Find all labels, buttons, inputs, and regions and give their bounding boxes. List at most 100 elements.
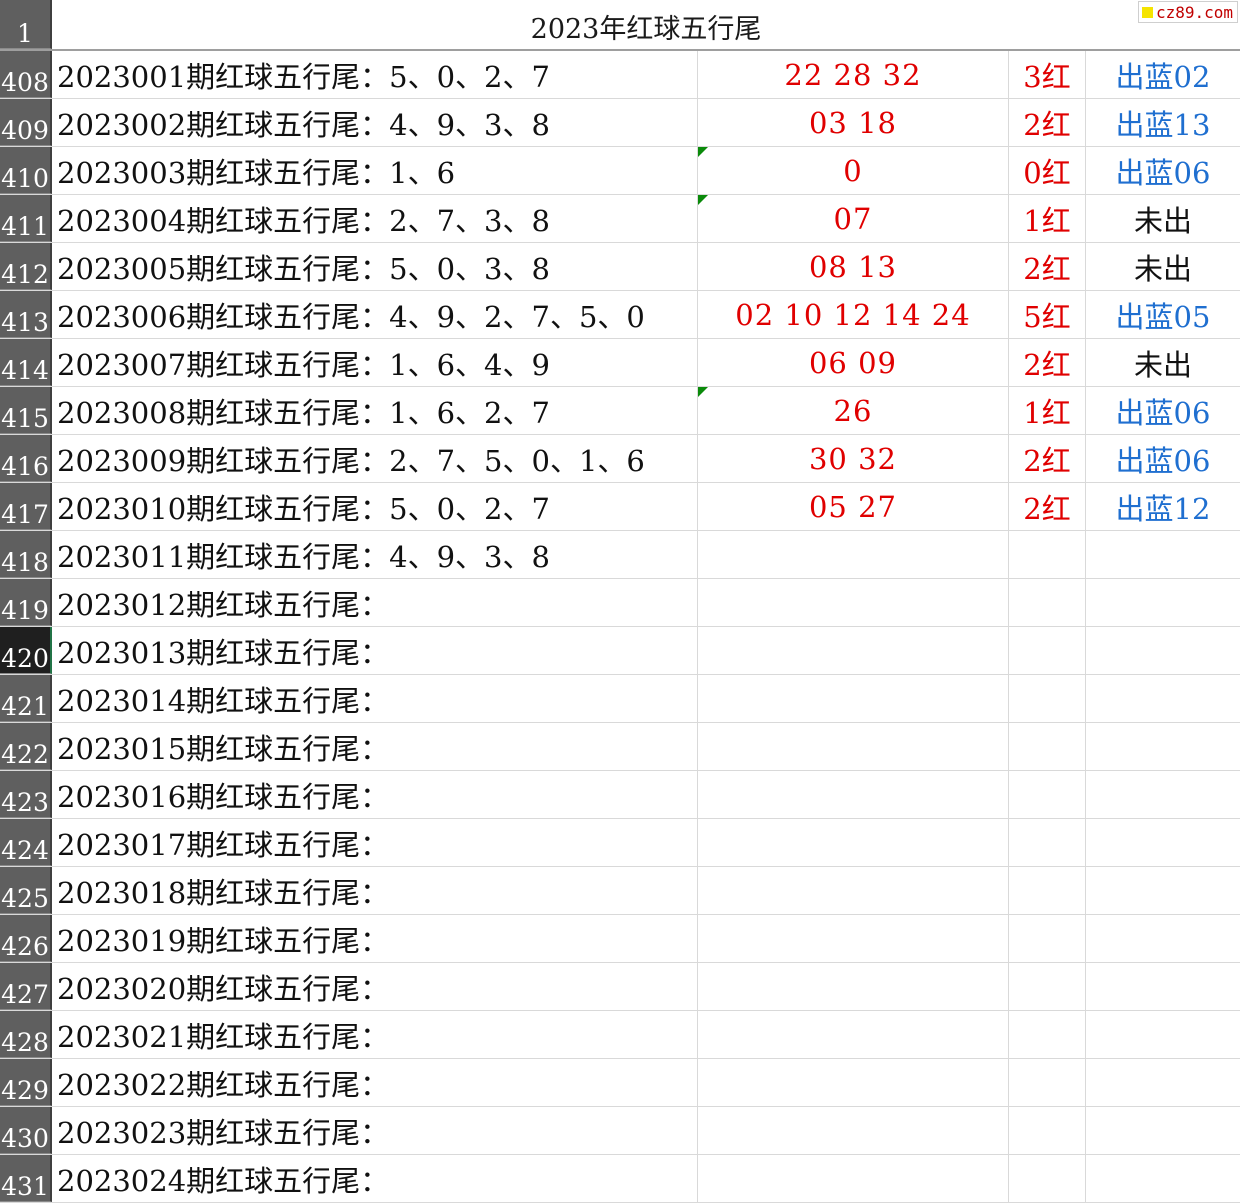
cell-red-count[interactable] bbox=[1009, 1155, 1086, 1202]
row-header[interactable]: 427 bbox=[0, 963, 52, 1010]
row-header[interactable]: 418 bbox=[0, 531, 52, 578]
cell-red-numbers[interactable]: 07 bbox=[698, 195, 1009, 242]
cell-blue-result[interactable]: 出蓝02 bbox=[1086, 51, 1240, 98]
cell-red-numbers[interactable]: 22 28 32 bbox=[698, 51, 1009, 98]
cell-red-numbers[interactable] bbox=[698, 531, 1009, 578]
cell-red-numbers[interactable] bbox=[698, 1155, 1009, 1202]
cell-red-count[interactable] bbox=[1009, 579, 1086, 626]
cell-red-numbers[interactable]: 08 13 bbox=[698, 243, 1009, 290]
cell-red-numbers[interactable] bbox=[698, 723, 1009, 770]
cell-red-numbers[interactable] bbox=[698, 771, 1009, 818]
row-header[interactable]: 408 bbox=[0, 51, 52, 98]
row-header[interactable]: 415 bbox=[0, 387, 52, 434]
cell-red-numbers[interactable]: 05 27 bbox=[698, 483, 1009, 530]
cell-blue-result[interactable] bbox=[1086, 531, 1240, 578]
cell-blue-result[interactable]: 出蓝06 bbox=[1086, 147, 1240, 194]
cell-blue-result[interactable] bbox=[1086, 579, 1240, 626]
cell-red-numbers[interactable] bbox=[698, 627, 1009, 674]
row-header[interactable]: 422 bbox=[0, 723, 52, 770]
cell-red-count[interactable] bbox=[1009, 819, 1086, 866]
cell-period-tails[interactable]: 2023008期红球五行尾：1、6、2、7 bbox=[52, 387, 698, 434]
cell-blue-result[interactable]: 未出 bbox=[1086, 339, 1240, 386]
row-header[interactable]: 414 bbox=[0, 339, 52, 386]
cell-period-tails[interactable]: 2023019期红球五行尾： bbox=[52, 915, 698, 962]
cell-period-tails[interactable]: 2023004期红球五行尾：2、7、3、8 bbox=[52, 195, 698, 242]
cell-blue-result[interactable] bbox=[1086, 1011, 1240, 1058]
cell-period-tails[interactable]: 2023007期红球五行尾：1、6、4、9 bbox=[52, 339, 698, 386]
cell-red-numbers[interactable]: 0 bbox=[698, 147, 1009, 194]
cell-red-count[interactable] bbox=[1009, 531, 1086, 578]
cell-red-count[interactable]: 2红 bbox=[1009, 243, 1086, 290]
cell-red-count[interactable]: 2红 bbox=[1009, 483, 1086, 530]
cell-red-numbers[interactable] bbox=[698, 1107, 1009, 1154]
cell-blue-result[interactable] bbox=[1086, 963, 1240, 1010]
row-header[interactable]: 429 bbox=[0, 1059, 52, 1106]
cell-period-tails[interactable]: 2023009期红球五行尾：2、7、5、0、1、6 bbox=[52, 435, 698, 482]
cell-blue-result[interactable]: 未出 bbox=[1086, 243, 1240, 290]
cell-red-numbers[interactable]: 30 32 bbox=[698, 435, 1009, 482]
cell-blue-result[interactable]: 出蓝12 bbox=[1086, 483, 1240, 530]
cell-red-numbers[interactable] bbox=[698, 579, 1009, 626]
cell-period-tails[interactable]: 2023020期红球五行尾： bbox=[52, 963, 698, 1010]
cell-red-count[interactable]: 1红 bbox=[1009, 387, 1086, 434]
cell-red-numbers[interactable] bbox=[698, 915, 1009, 962]
row-header[interactable]: 426 bbox=[0, 915, 52, 962]
row-header[interactable]: 430 bbox=[0, 1107, 52, 1154]
cell-period-tails[interactable]: 2023005期红球五行尾：5、0、3、8 bbox=[52, 243, 698, 290]
cell-red-count[interactable]: 0红 bbox=[1009, 147, 1086, 194]
cell-blue-result[interactable] bbox=[1086, 1059, 1240, 1106]
cell-period-tails[interactable]: 2023002期红球五行尾：4、9、3、8 bbox=[52, 99, 698, 146]
cell-period-tails[interactable]: 2023003期红球五行尾：1、6 bbox=[52, 147, 698, 194]
cell-red-numbers[interactable]: 06 09 bbox=[698, 339, 1009, 386]
row-header[interactable]: 420 bbox=[0, 627, 52, 674]
cell-blue-result[interactable] bbox=[1086, 723, 1240, 770]
sheet-title-cell[interactable]: 2023年红球五行尾 bbox=[52, 0, 1240, 49]
cell-red-count[interactable]: 2红 bbox=[1009, 99, 1086, 146]
cell-red-count[interactable] bbox=[1009, 1059, 1086, 1106]
row-header[interactable]: 425 bbox=[0, 867, 52, 914]
cell-red-count[interactable] bbox=[1009, 771, 1086, 818]
row-header[interactable]: 410 bbox=[0, 147, 52, 194]
row-header[interactable]: 421 bbox=[0, 675, 52, 722]
cell-red-count[interactable]: 2红 bbox=[1009, 435, 1086, 482]
cell-blue-result[interactable]: 出蓝06 bbox=[1086, 387, 1240, 434]
cell-period-tails[interactable]: 2023011期红球五行尾：4、9、3、8 bbox=[52, 531, 698, 578]
cell-red-numbers[interactable] bbox=[698, 963, 1009, 1010]
cell-red-count[interactable] bbox=[1009, 867, 1086, 914]
row-header[interactable]: 1 bbox=[0, 0, 52, 49]
cell-red-count[interactable] bbox=[1009, 963, 1086, 1010]
cell-red-count[interactable]: 2红 bbox=[1009, 339, 1086, 386]
cell-red-numbers[interactable]: 02 10 12 14 24 bbox=[698, 291, 1009, 338]
cell-period-tails[interactable]: 2023015期红球五行尾： bbox=[52, 723, 698, 770]
cell-red-numbers[interactable] bbox=[698, 1011, 1009, 1058]
cell-blue-result[interactable] bbox=[1086, 1107, 1240, 1154]
cell-blue-result[interactable]: 未出 bbox=[1086, 195, 1240, 242]
cell-blue-result[interactable] bbox=[1086, 819, 1240, 866]
row-header[interactable]: 416 bbox=[0, 435, 52, 482]
cell-period-tails[interactable]: 2023016期红球五行尾： bbox=[52, 771, 698, 818]
row-header[interactable]: 424 bbox=[0, 819, 52, 866]
row-header[interactable]: 413 bbox=[0, 291, 52, 338]
cell-period-tails[interactable]: 2023022期红球五行尾： bbox=[52, 1059, 698, 1106]
cell-red-count[interactable]: 5红 bbox=[1009, 291, 1086, 338]
cell-period-tails[interactable]: 2023017期红球五行尾： bbox=[52, 819, 698, 866]
cell-blue-result[interactable]: 出蓝05 bbox=[1086, 291, 1240, 338]
cell-red-numbers[interactable] bbox=[698, 675, 1009, 722]
cell-period-tails[interactable]: 2023013期红球五行尾： bbox=[52, 627, 698, 674]
row-header[interactable]: 409 bbox=[0, 99, 52, 146]
cell-blue-result[interactable]: 出蓝06 bbox=[1086, 435, 1240, 482]
cell-blue-result[interactable] bbox=[1086, 675, 1240, 722]
cell-red-numbers[interactable]: 03 18 bbox=[698, 99, 1009, 146]
cell-red-count[interactable] bbox=[1009, 627, 1086, 674]
cell-period-tails[interactable]: 2023021期红球五行尾： bbox=[52, 1011, 698, 1058]
cell-period-tails[interactable]: 2023023期红球五行尾： bbox=[52, 1107, 698, 1154]
cell-red-count[interactable]: 1红 bbox=[1009, 195, 1086, 242]
cell-period-tails[interactable]: 2023014期红球五行尾： bbox=[52, 675, 698, 722]
cell-blue-result[interactable] bbox=[1086, 915, 1240, 962]
cell-blue-result[interactable] bbox=[1086, 627, 1240, 674]
cell-period-tails[interactable]: 2023012期红球五行尾： bbox=[52, 579, 698, 626]
cell-red-count[interactable] bbox=[1009, 675, 1086, 722]
cell-period-tails[interactable]: 2023001期红球五行尾：5、0、2、7 bbox=[52, 51, 698, 98]
cell-red-numbers[interactable]: 26 bbox=[698, 387, 1009, 434]
cell-red-count[interactable] bbox=[1009, 723, 1086, 770]
